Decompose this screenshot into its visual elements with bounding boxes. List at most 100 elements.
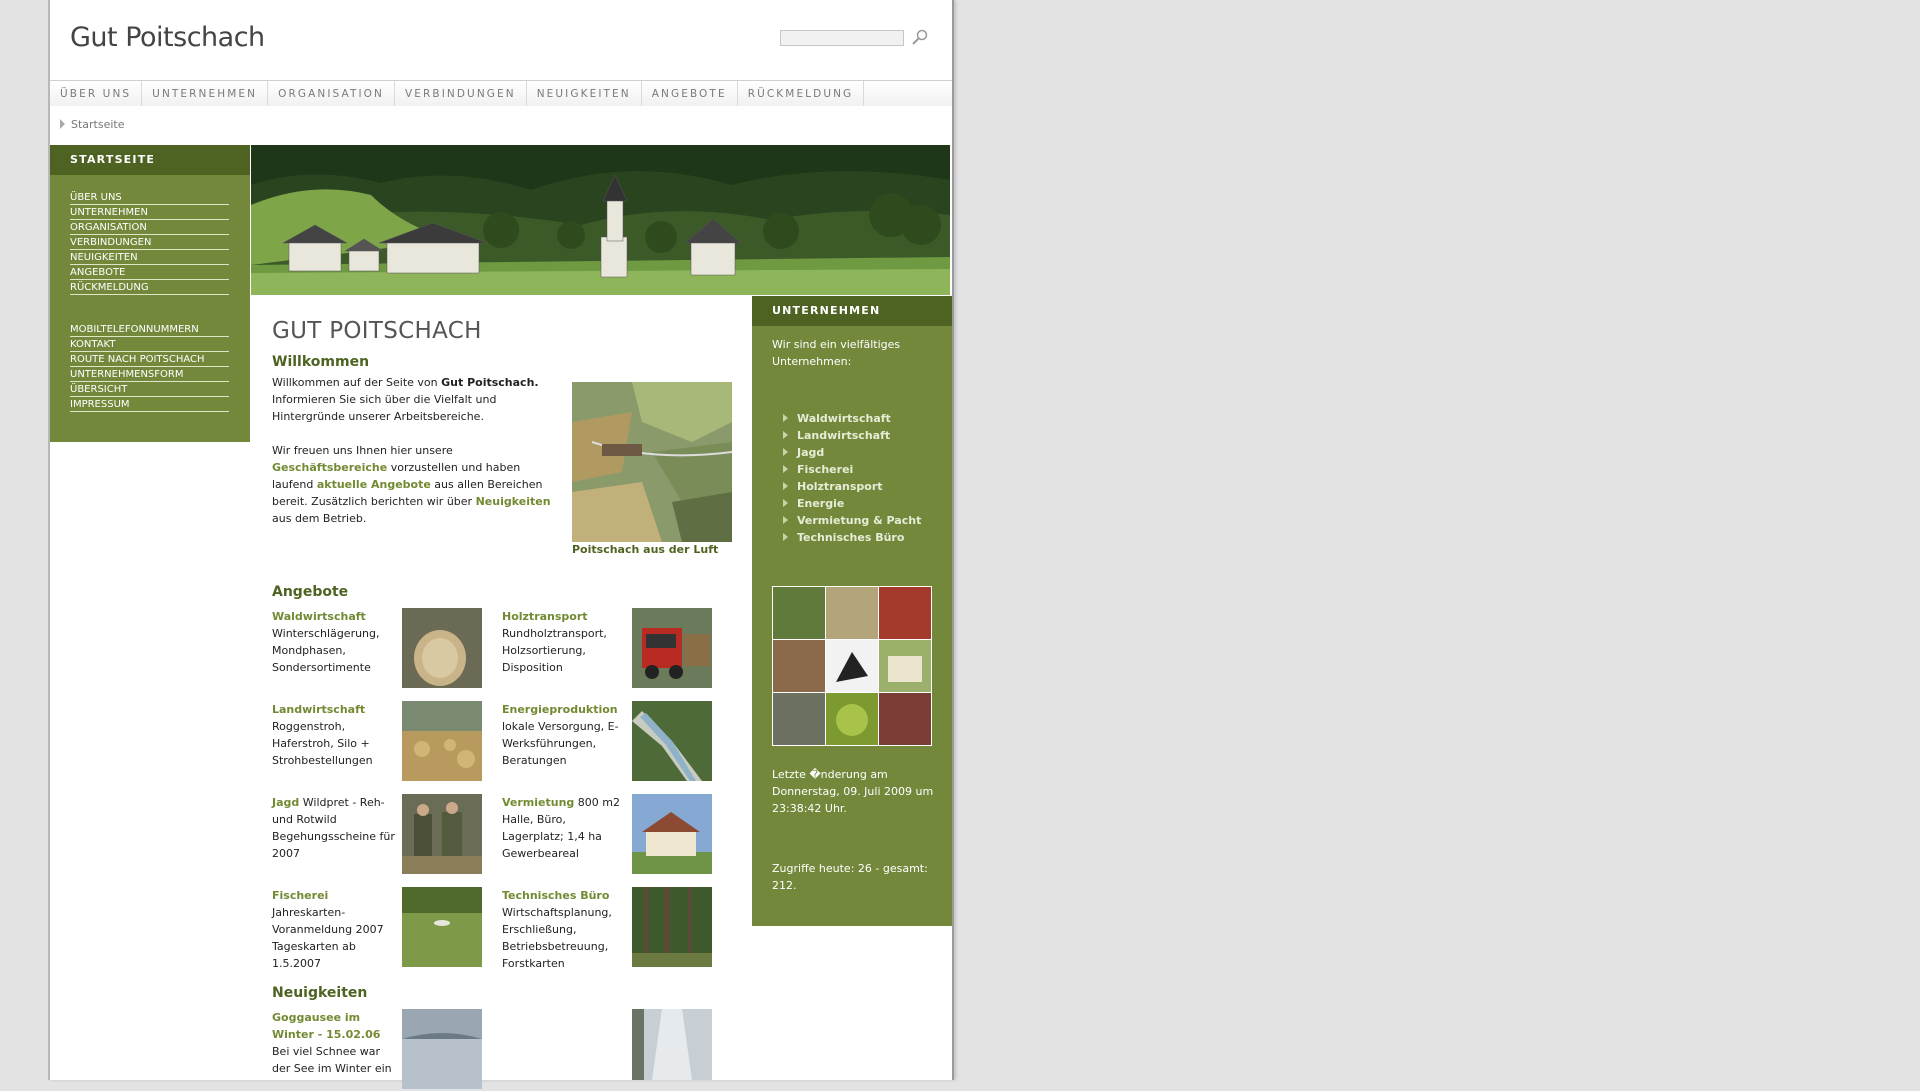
right-item[interactable]: Landwirtschaft (783, 427, 952, 444)
topnav-organisation[interactable]: ORGANISATION (268, 81, 395, 106)
right-item-label: Waldwirtschaft (797, 412, 891, 425)
truck-image[interactable] (632, 608, 712, 688)
offer-technisches-buero: Technisches Büro Wirtschaftsplanung, Ersc… (502, 887, 728, 970)
right-item[interactable]: Technisches Büro (783, 529, 952, 546)
right-item[interactable]: Holztransport (783, 478, 952, 495)
site-logo[interactable]: Gut Poitschach (70, 22, 265, 53)
topnav-angebote[interactable]: ANGEBOTE (642, 81, 738, 106)
topnav-unternehmen[interactable]: UNTERNEHMEN (142, 81, 269, 106)
link-aktuelle-angebote[interactable]: aktuelle Angebote (317, 478, 431, 491)
leftnav-link-uebersicht[interactable]: ÜBERSICHT (70, 384, 127, 395)
snow-path-image[interactable] (632, 1009, 712, 1080)
right-item-label: Technisches Büro (797, 531, 905, 544)
link-geschaeftsbereiche[interactable]: Geschäftsbereiche (272, 461, 387, 474)
leftnav-heading[interactable]: STARTSEITE (50, 145, 250, 175)
leftnav-item: UNTERNEHMEN (70, 206, 229, 220)
leftnav-link-impressum[interactable]: IMPRESSUM (70, 399, 130, 410)
welcome-text: Informieren Sie sich über die Vielfalt u… (272, 393, 497, 423)
right-item[interactable]: Energie (783, 495, 952, 512)
topnav-ueber-uns[interactable]: ÜBER UNS (50, 81, 143, 106)
aerial-photo[interactable] (572, 382, 732, 542)
leftnav-link-route[interactable]: ROUTE NACH POITSCHACH (70, 354, 205, 365)
leftnav-link-verbindungen[interactable]: VERBINDUNGEN (70, 237, 151, 248)
hay-bales-image[interactable] (402, 701, 482, 781)
hunters-image[interactable] (402, 794, 482, 874)
offer-title-link[interactable]: Jagd (272, 796, 299, 809)
right-item[interactable]: Vermietung & Pacht (783, 512, 952, 529)
bullet-arrow-icon (783, 431, 788, 439)
offer-waldwirtschaft: Waldwirtschaft Winterschlägerung, Mondpha… (272, 608, 498, 690)
leftnav-link-angebote[interactable]: ANGEBOTE (70, 267, 125, 278)
welcome-bold-name: Gut Poitschach. (441, 376, 539, 389)
offer-title-link[interactable]: Holztransport (502, 610, 588, 623)
forest-image[interactable] (632, 887, 712, 967)
offer-landwirtschaft: Landwirtschaft Roggenstroh, Haferstroh, S… (272, 701, 498, 783)
leftnav-link-unternehmen[interactable]: UNTERNEHMEN (70, 207, 148, 218)
water-channel-image[interactable] (632, 701, 712, 781)
offer-description: Rundholztransport, Holzsortierung, Dispo… (502, 627, 607, 674)
offer-energieproduktion: Energieproduktion lokale Versorgung, E-We… (502, 701, 728, 783)
right-item[interactable]: Jagd (783, 444, 952, 461)
log-image[interactable] (402, 608, 482, 688)
offer-title-link[interactable]: Vermietung (502, 796, 574, 809)
leftnav-link-kontakt[interactable]: KONTAKT (70, 339, 115, 350)
leftnav-item: VERBINDUNGEN (70, 236, 229, 250)
offer-text: Vermietung 800 m2 Halle, Büro, Lagerplat… (502, 794, 628, 862)
right-item[interactable]: Fischerei (783, 461, 952, 478)
breadcrumb-home[interactable]: Startseite (71, 118, 125, 131)
search-icon[interactable] (910, 28, 930, 48)
bullet-arrow-icon (783, 465, 788, 473)
offer-description: Jahreskarten-Voranmeldung 2007 Tageskart… (272, 906, 384, 970)
offer-description: Wirtschaftsplanung, Erschließung, Betrie… (502, 906, 612, 970)
leftnav-item: ROUTE NACH POITSCHACH (70, 353, 229, 367)
leftnav-link-mobiltelefonnummern[interactable]: MOBILTELEFONNUMMERN (70, 324, 199, 335)
top-navigation: ÜBER UNS UNTERNEHMEN ORGANISATION VERBIN… (50, 81, 952, 106)
leftnav-group-info: MOBILTELEFONNUMMERN KONTAKT ROUTE NACH P… (50, 323, 250, 412)
welcome-text: Willkommen auf der Seite von (272, 376, 442, 389)
pond-image[interactable] (402, 887, 482, 967)
offer-jagd: Jagd Wildpret - Reh- und Rotwild Begehun… (272, 794, 498, 876)
leftnav-link-ueber-uns[interactable]: ÜBER UNS (70, 192, 122, 203)
news-heading: Neuigkeiten (272, 985, 368, 1001)
news-text: Goggausee im Winter - 15.02.06 Bei viel S… (272, 1009, 398, 1077)
right-item[interactable]: Waldwirtschaft (783, 410, 952, 427)
leftnav-link-unternehmensform[interactable]: UNTERNEHMENSFORM (70, 369, 183, 380)
offer-title-link[interactable]: Energieproduktion (502, 703, 618, 716)
right-item-label: Holztransport (797, 480, 883, 493)
offer-title-link[interactable]: Fischerei (272, 889, 328, 902)
welcome-text: aus dem Betrieb. (272, 512, 367, 525)
page: Gut Poitschach ÜBER UNS UNTERNEHMEN ORGA… (48, 0, 954, 1089)
aerial-caption[interactable]: Poitschach aus der Luft (572, 543, 718, 556)
leftnav-link-organisation[interactable]: ORGANISATION (70, 222, 147, 233)
right-item-label: Energie (797, 497, 845, 510)
offer-title-link[interactable]: Waldwirtschaft (272, 610, 366, 623)
leftnav-item: ÜBER UNS (70, 191, 229, 205)
leftnav-link-rueckmeldung[interactable]: RÜCKMELDUNG (70, 282, 149, 293)
leftnav-link-neuigkeiten[interactable]: NEUIGKEITEN (70, 252, 138, 263)
offer-text: Waldwirtschaft Winterschlägerung, Mondpha… (272, 608, 398, 676)
bullet-arrow-icon (783, 516, 788, 524)
offer-description: Winterschlägerung, Mondphasen, Sondersor… (272, 627, 380, 674)
news-title-link[interactable]: Goggausee im Winter - 15.02.06 (272, 1011, 380, 1041)
offer-title-link[interactable]: Landwirtschaft (272, 703, 365, 716)
building-image[interactable] (632, 794, 712, 874)
search-input[interactable] (780, 30, 904, 46)
right-sidebar-heading[interactable]: UNTERNEHMEN (752, 296, 952, 326)
right-sidebar-list: Waldwirtschaft Landwirtschaft Jagd Fisch… (752, 410, 952, 546)
offer-description: Roggenstroh, Haferstroh, Silo + Strohbes… (272, 720, 373, 767)
leftnav-item: MOBILTELEFONNUMMERN (70, 323, 229, 337)
right-item-label: Landwirtschaft (797, 429, 891, 442)
topnav-verbindungen[interactable]: VERBINDUNGEN (395, 81, 527, 106)
lake-winter-image[interactable] (402, 1009, 482, 1089)
topnav-neuigkeiten[interactable]: NEUIGKEITEN (527, 81, 642, 106)
photo-collage[interactable] (772, 586, 932, 746)
header: Gut Poitschach (50, 0, 952, 81)
breadcrumb-arrow-icon (60, 119, 65, 129)
offer-vermietung: Vermietung 800 m2 Halle, Büro, Lagerplat… (502, 794, 728, 876)
offer-fischerei: Fischerei Jahreskarten-Voranmeldung 2007 … (272, 887, 498, 970)
topnav-rueckmeldung[interactable]: RÜCKMELDUNG (738, 81, 865, 106)
right-item-label: Vermietung & Pacht (797, 514, 922, 527)
link-neuigkeiten[interactable]: Neuigkeiten (476, 495, 551, 508)
page-title: GUT POITSCHACH (272, 318, 482, 344)
offer-title-link[interactable]: Technisches Büro (502, 889, 609, 902)
